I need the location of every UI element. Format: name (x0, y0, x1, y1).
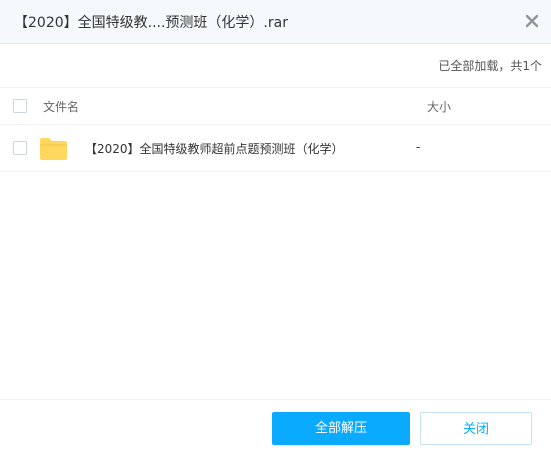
divider (0, 171, 551, 172)
row-checkbox[interactable] (13, 141, 27, 155)
file-size: - (416, 140, 421, 154)
window-title: 【2020】全国特级教....预测班（化学）.rar (14, 15, 288, 31)
footer-divider (0, 399, 551, 400)
select-all-checkbox[interactable] (13, 99, 27, 113)
close-button[interactable]: 关闭 (420, 412, 532, 445)
column-header-size: 大小 (427, 100, 452, 114)
file-name: 【2020】全国特级教师超前点题预测班（化学） (85, 142, 344, 156)
load-status: 已全部加载，共1个 (438, 59, 542, 73)
title-bar: 【2020】全国特级教....预测班（化学）.rar (0, 0, 551, 44)
close-icon[interactable] (524, 13, 540, 29)
folder-icon (40, 138, 67, 160)
extract-all-button[interactable]: 全部解压 (272, 412, 410, 445)
divider (0, 124, 551, 125)
divider (0, 87, 551, 88)
column-header-name: 文件名 (43, 100, 80, 114)
